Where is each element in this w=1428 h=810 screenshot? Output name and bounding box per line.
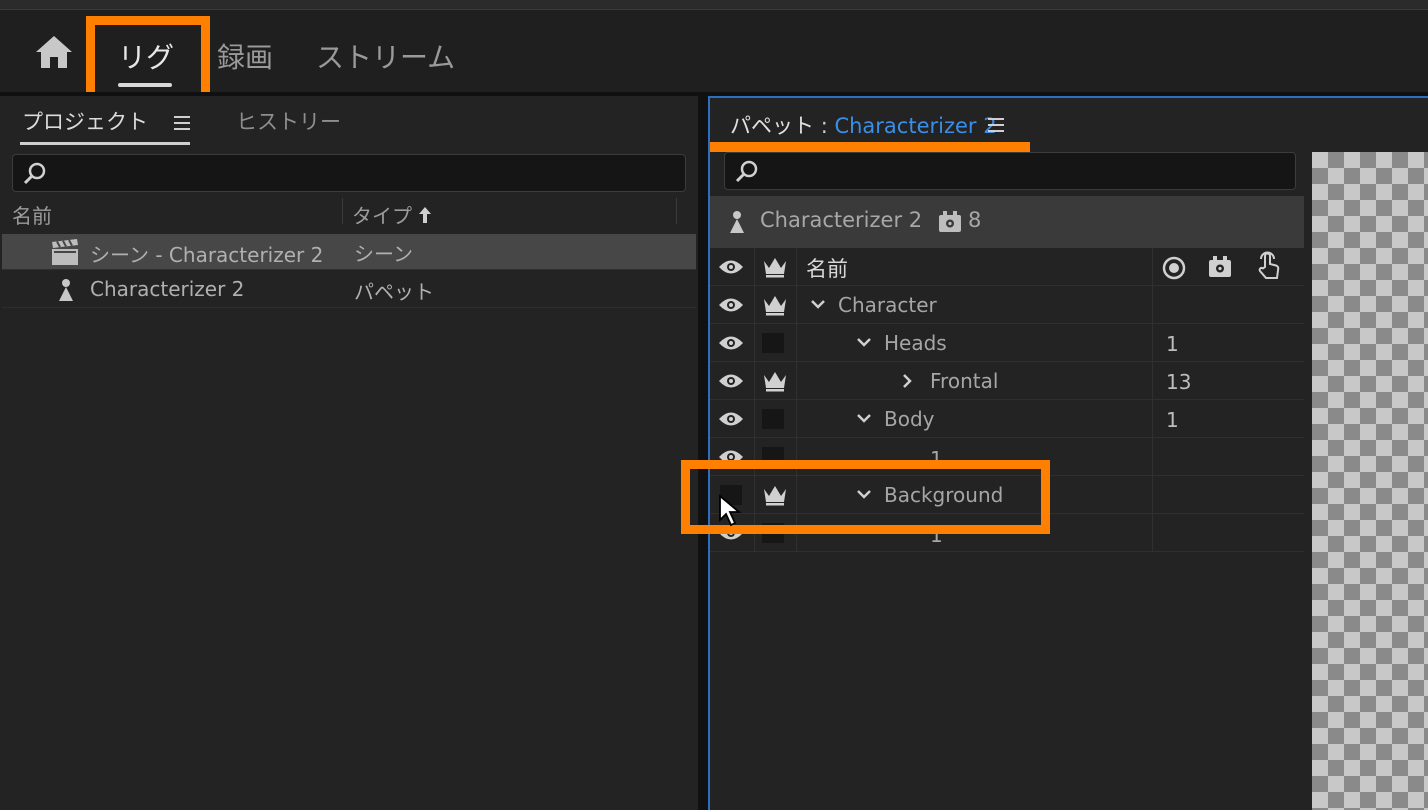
panel-divider[interactable] — [698, 92, 708, 810]
home-button[interactable] — [34, 34, 74, 74]
project-row-name: シーン - Characterizer 2 — [90, 243, 324, 267]
behavior-count: 8 — [968, 208, 982, 232]
tree-header-name: 名前 — [806, 257, 848, 281]
search-icon — [735, 160, 758, 183]
layer-row-body[interactable]: Body 1 — [710, 400, 1304, 438]
puppet-panel-title[interactable]: パペット : Characterizer 2 — [730, 110, 997, 140]
puppet-search-input[interactable] — [724, 152, 1296, 190]
layer-row-character[interactable]: Character — [710, 286, 1304, 324]
behavior-icon[interactable] — [1208, 255, 1232, 279]
visibility-eye-icon[interactable] — [718, 296, 744, 314]
tab-project[interactable]: プロジェクト — [22, 106, 148, 136]
chevron-down-icon[interactable] — [856, 337, 872, 347]
puppet-title-name: Characterizer 2 — [834, 114, 997, 138]
puppet-icon — [730, 211, 744, 233]
crown-icon[interactable] — [762, 368, 788, 392]
visibility-eye-icon[interactable] — [718, 258, 744, 276]
chevron-down-icon[interactable] — [810, 299, 826, 309]
chevron-right-icon[interactable] — [902, 373, 912, 389]
touch-hand-icon[interactable] — [1256, 251, 1282, 281]
tab-history[interactable]: ヒストリー — [236, 106, 341, 136]
tab-record[interactable]: 録画 — [217, 36, 273, 76]
layer-tree-header: 名前 — [710, 248, 1304, 286]
puppet-title-label: パペット — [730, 114, 814, 138]
project-row-type: パペット — [354, 280, 434, 304]
layer-count: 1 — [1166, 408, 1179, 432]
layer-row-heads[interactable]: Heads 1 — [710, 324, 1304, 362]
crown-icon[interactable] — [762, 292, 788, 316]
layer-label: Frontal — [930, 369, 999, 393]
clapperboard-icon — [52, 239, 78, 265]
column-header-type[interactable]: タイプ — [352, 200, 432, 229]
layer-label: Heads — [884, 331, 947, 355]
search-icon — [23, 162, 46, 185]
crown-toggle-empty[interactable] — [762, 333, 784, 353]
layer-label: Body — [884, 407, 935, 431]
puppet-title-separator: : — [820, 114, 828, 138]
project-menu-icon[interactable] — [174, 116, 190, 130]
behavior-icon — [939, 211, 961, 232]
layer-label: Character — [838, 293, 937, 317]
crown-toggle-empty[interactable] — [762, 409, 784, 429]
sort-ascending-icon — [419, 207, 432, 223]
visibility-eye-icon[interactable] — [718, 334, 744, 352]
workspace-nav: リグ 録画 ストリーム — [0, 10, 1428, 92]
record-target-icon[interactable] — [1162, 256, 1186, 280]
project-row-type: シーン — [354, 242, 413, 266]
column-separator — [676, 198, 677, 224]
layer-count: 1 — [1166, 332, 1179, 356]
project-row-puppet[interactable]: Characterizer 2 パペット — [2, 272, 696, 308]
layer-count: 13 — [1166, 370, 1192, 394]
column-separator — [342, 198, 343, 224]
project-row-scene[interactable]: シーン - Characterizer 2 シーン — [2, 234, 696, 270]
visibility-eye-icon[interactable] — [718, 372, 744, 390]
puppet-panel: パペット : Characterizer 2 Characterizer 2 8 — [708, 96, 1428, 810]
window-title-bar — [0, 0, 1428, 10]
puppet-menu-icon[interactable] — [988, 118, 1004, 132]
canvas-transparency-preview[interactable] — [1312, 152, 1428, 810]
visibility-eye-icon[interactable] — [718, 410, 744, 428]
chevron-down-icon[interactable] — [856, 413, 872, 423]
tab-stream[interactable]: ストリーム — [316, 36, 455, 76]
mouse-pointer-icon — [719, 494, 742, 527]
puppet-icon — [59, 279, 73, 301]
layer-row-frontal[interactable]: Frontal 13 — [710, 362, 1304, 400]
project-search-input[interactable] — [12, 154, 686, 192]
project-tab-underline — [20, 142, 190, 145]
puppet-tab-highlight — [710, 142, 1030, 152]
home-icon — [36, 36, 72, 68]
puppet-info-bar: Characterizer 2 8 — [710, 196, 1304, 248]
type-header-label: タイプ — [352, 204, 412, 228]
project-row-name: Characterizer 2 — [90, 277, 245, 301]
project-panel: プロジェクト ヒストリー 名前 タイプ シーン - Characterizer … — [0, 96, 698, 810]
crown-icon[interactable] — [762, 254, 788, 278]
puppet-info-name: Characterizer 2 — [760, 208, 923, 232]
column-header-name[interactable]: 名前 — [12, 200, 52, 229]
